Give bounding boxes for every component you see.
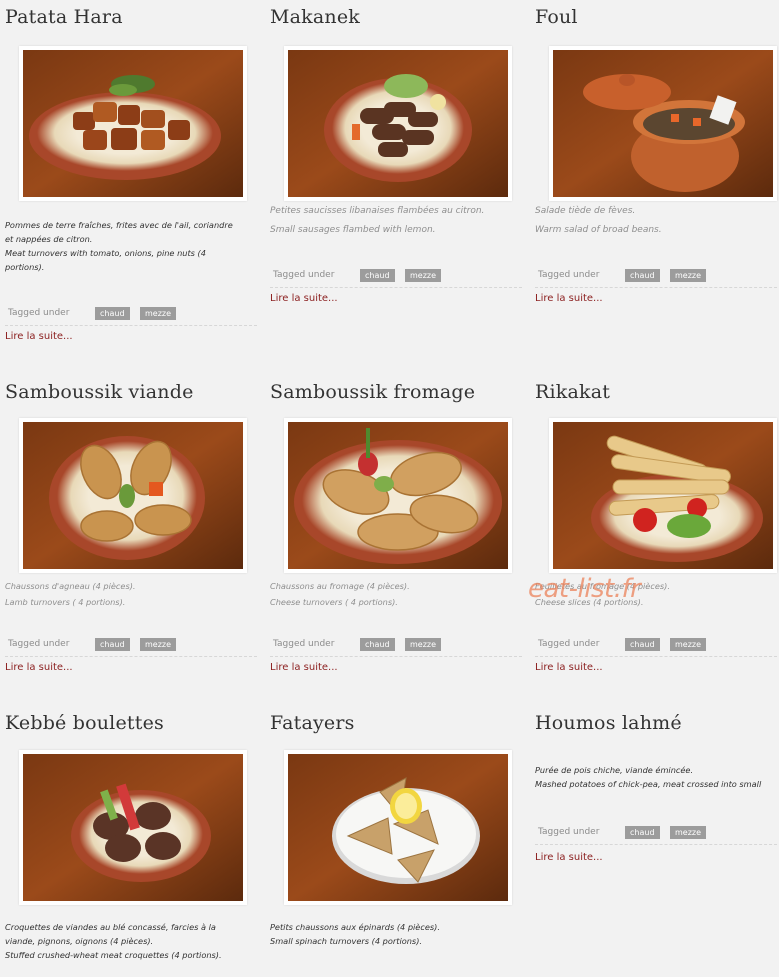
dish-description: Croquettes de viandes au blé concassé, f… <box>5 920 257 962</box>
tagged-under-label: Tagged under <box>538 827 600 837</box>
dish-title[interactable]: Makanek <box>270 6 360 28</box>
description-line: Chaussons au fromage (4 pièces). <box>270 581 410 591</box>
tag-chaud[interactable]: chaud <box>360 638 395 651</box>
dish-photo[interactable] <box>19 46 247 201</box>
description-line: Lamb turnovers ( 4 portions). <box>5 597 126 607</box>
tagged-under-label: Tagged under <box>538 639 600 649</box>
tag-chaud[interactable]: chaud <box>360 269 395 282</box>
tag-row: Tagged under chaud mezze <box>535 634 779 657</box>
description-line: Small spinach turnovers (4 portions). <box>270 936 422 946</box>
tag-chaud[interactable]: chaud <box>625 638 660 651</box>
dish-description: Chaussons d'agneau (4 pièces). Lamb turn… <box>5 578 257 610</box>
tag-chaud[interactable]: chaud <box>95 307 130 320</box>
description-line: Chaussons d'agneau (4 pièces). <box>5 581 136 591</box>
tag-mezze[interactable]: mezze <box>670 269 707 282</box>
tag-mezze[interactable]: mezze <box>670 826 707 839</box>
dish-description: Petites saucisses libanaises flambées au… <box>270 202 522 240</box>
dish-title[interactable]: Fatayers <box>270 712 355 734</box>
tag-row: Tagged under chaud mezze <box>535 265 779 288</box>
dish-title[interactable]: Samboussik fromage <box>270 381 475 403</box>
description-line: Pommes de terre fraîches, frites avec de… <box>5 220 233 230</box>
tag-mezze[interactable]: mezze <box>670 638 707 651</box>
read-more-link[interactable]: Lire la suite... <box>270 662 338 673</box>
tagged-under-label: Tagged under <box>273 270 335 280</box>
description-line: Purée de pois chiche, viande émincée. <box>535 765 694 775</box>
description-line: Mashed potatoes of chick-pea, meat cross… <box>535 779 762 789</box>
dish-title[interactable]: Patata Hara <box>5 6 123 28</box>
description-line: et nappées de citron. <box>5 234 93 244</box>
dish-title[interactable]: Samboussik viande <box>5 381 194 403</box>
read-more-link[interactable]: Lire la suite... <box>270 293 338 304</box>
tag-mezze[interactable]: mezze <box>140 638 177 651</box>
dish-title[interactable]: Houmos lahmé <box>535 712 682 734</box>
description-line: portions). <box>5 262 45 272</box>
description-line: Petits chaussons aux épinards (4 pièces)… <box>270 922 440 932</box>
dish-title[interactable]: Rikakat <box>535 381 610 403</box>
dish-photo[interactable] <box>19 750 247 905</box>
description-line: Petites saucisses libanaises flambées au… <box>270 206 485 216</box>
description-line: Warm salad of broad beans. <box>535 225 662 235</box>
read-more-link[interactable]: Lire la suite... <box>5 331 73 342</box>
tag-mezze[interactable]: mezze <box>140 307 177 320</box>
description-line: Meat turnovers with tomato, onions, pine… <box>5 248 206 258</box>
description-line: Croquettes de viandes au blé concassé, f… <box>5 922 216 932</box>
tag-mezze[interactable]: mezze <box>405 638 442 651</box>
tagged-under-label: Tagged under <box>538 270 600 280</box>
dish-photo[interactable] <box>284 46 512 201</box>
description-line: Salade tiède de fèves. <box>535 206 636 216</box>
tag-chaud[interactable]: chaud <box>95 638 130 651</box>
dish-description: Petits chaussons aux épinards (4 pièces)… <box>270 920 522 948</box>
read-more-link[interactable]: Lire la suite... <box>535 852 603 863</box>
description-line: Cheese turnovers ( 4 portions). <box>270 597 398 607</box>
dish-description: Purée de pois chiche, viande émincée. Ma… <box>535 763 779 791</box>
tag-row: Tagged under chaud mezze <box>535 822 779 845</box>
read-more-link[interactable]: Lire la suite... <box>5 662 73 673</box>
dish-title[interactable]: Kebbé boulettes <box>5 712 164 734</box>
dish-title[interactable]: Foul <box>535 6 578 28</box>
dish-photo[interactable] <box>549 418 777 573</box>
dish-photo[interactable] <box>19 418 247 573</box>
dish-description: Salade tiède de fèves. Warm salad of bro… <box>535 202 779 240</box>
tag-row: Tagged under chaud mezze <box>5 634 257 657</box>
description-line: Stuffed crushed-wheat meat croquettes (4… <box>5 950 222 960</box>
description-line: viande, pignons, oignons (4 pièces). <box>5 936 154 946</box>
tagged-under-label: Tagged under <box>8 308 70 318</box>
tag-mezze[interactable]: mezze <box>405 269 442 282</box>
tagged-under-label: Tagged under <box>273 639 335 649</box>
dish-photo[interactable] <box>284 750 512 905</box>
tag-chaud[interactable]: chaud <box>625 269 660 282</box>
tagged-under-label: Tagged under <box>8 639 70 649</box>
read-more-link[interactable]: Lire la suite... <box>535 293 603 304</box>
watermark: eat-list.fr <box>528 574 641 604</box>
tag-row: Tagged under chaud mezze <box>5 303 257 326</box>
tag-chaud[interactable]: chaud <box>625 826 660 839</box>
description-line: Small sausages flambed with lemon. <box>270 225 436 235</box>
dish-description: Chaussons au fromage (4 pièces). Cheese … <box>270 578 522 610</box>
tag-row: Tagged under chaud mezze <box>270 634 522 657</box>
dish-description: Pommes de terre fraîches, frites avec de… <box>5 218 257 274</box>
read-more-link[interactable]: Lire la suite... <box>535 662 603 673</box>
dish-photo[interactable] <box>549 46 777 201</box>
tag-row: Tagged under chaud mezze <box>270 265 522 288</box>
dish-photo[interactable] <box>284 418 512 573</box>
